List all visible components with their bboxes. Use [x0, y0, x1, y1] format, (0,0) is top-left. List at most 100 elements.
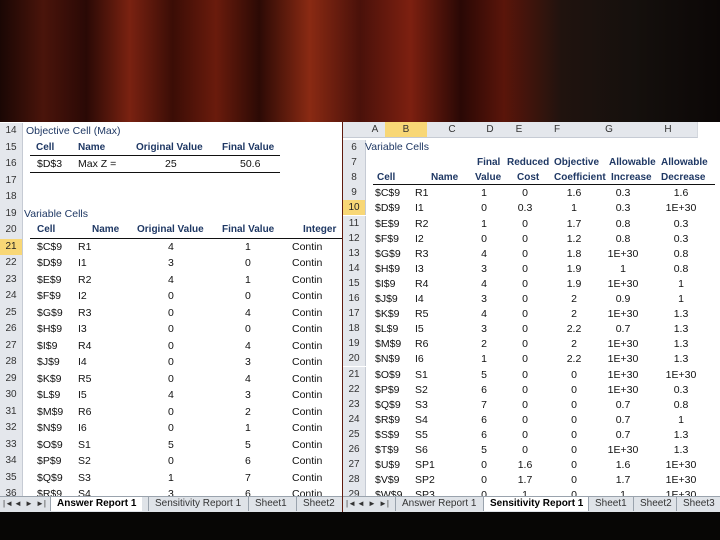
row-header[interactable]: 6 [343, 140, 366, 156]
row-header[interactable]: 28 [0, 354, 23, 371]
tab-nav-button[interactable]: ►| [379, 497, 389, 511]
sheet-tab[interactable]: Sensitivity Report 1 [483, 497, 590, 511]
sensitivity-value: 0.7 [615, 323, 631, 336]
tab-nav-button[interactable]: |◄ [3, 497, 13, 511]
row-header[interactable]: 24 [0, 288, 23, 305]
row-header[interactable]: 17 [343, 306, 366, 322]
objective-value: 25 [165, 158, 177, 170]
sensitivity-value: 0 [571, 413, 577, 426]
sensitivity-value: 0 [571, 428, 577, 441]
variable-value: Contin [292, 306, 323, 319]
row-header[interactable]: 28 [343, 472, 366, 488]
tab-nav-button[interactable]: |◄ [346, 497, 356, 511]
sensitivity-value: 1.8 [566, 247, 582, 260]
sensitivity-header-top: Reduced [507, 157, 550, 169]
sensitivity-value: 2.2 [566, 353, 582, 366]
row-header[interactable]: 21 [343, 366, 366, 382]
sheet-tab[interactable]: Sheet1 [248, 497, 293, 511]
row-header[interactable]: 21 [0, 238, 23, 255]
column-header[interactable]: B [385, 122, 428, 138]
row-header[interactable]: 23 [343, 396, 366, 412]
row-header[interactable]: 29 [0, 370, 23, 387]
row-header[interactable]: 22 [343, 381, 366, 397]
sensitivity-value: 0 [481, 202, 487, 215]
row-header[interactable]: 33 [0, 436, 23, 453]
sheet-tab[interactable]: Answer Report 1 [395, 497, 482, 511]
variable-value: R5 [78, 372, 92, 385]
sheet-tab[interactable]: Sheet3 [676, 497, 720, 511]
row-header[interactable]: 15 [0, 139, 23, 156]
row-header[interactable]: 14 [0, 123, 23, 140]
tab-nav-button[interactable]: ►| [36, 497, 46, 511]
column-header[interactable]: D [477, 122, 504, 138]
sheet-tab[interactable]: Sheet1 [588, 497, 633, 511]
row-header[interactable]: 25 [0, 304, 23, 321]
sheet-tab[interactable]: Sheet2 [296, 497, 341, 511]
sensitivity-value: 0 [522, 323, 528, 336]
column-header[interactable]: H [639, 122, 698, 138]
sensitivity-value: 0.8 [615, 217, 631, 230]
sensitivity-header-top: Final [477, 157, 501, 169]
row-header[interactable]: 13 [343, 245, 366, 261]
row-header[interactable]: 26 [0, 321, 23, 338]
row-header[interactable]: 11 [343, 215, 366, 231]
row-header[interactable]: 32 [0, 420, 23, 437]
row-header[interactable]: 10 [343, 200, 366, 216]
row-header[interactable]: 12 [343, 230, 366, 246]
row-header[interactable]: 16 [0, 156, 23, 173]
sensitivity-header-bottom: Value [475, 172, 502, 184]
tab-nav-button[interactable]: ◄ [357, 497, 365, 511]
row-header[interactable]: 35 [0, 469, 23, 486]
row-header[interactable]: 30 [0, 387, 23, 404]
sensitivity-header-bottom: Coefficient [554, 172, 606, 184]
objective-header: Original Value [136, 141, 203, 153]
row-header[interactable]: 19 [0, 205, 23, 222]
sensitivity-value: 6 [481, 428, 487, 441]
row-header[interactable]: 27 [0, 337, 23, 354]
row-header[interactable]: 19 [343, 336, 366, 352]
row-header[interactable]: 8 [343, 170, 366, 186]
sensitivity-header-bottom: Increase [611, 172, 652, 184]
variable-value: Contin [292, 356, 323, 368]
row-header[interactable]: 18 [343, 321, 366, 337]
row-header[interactable]: 26 [343, 442, 366, 458]
tab-nav-button[interactable]: ► [25, 497, 33, 511]
variable-value: $O$9 [37, 438, 63, 451]
row-header[interactable]: 7 [343, 155, 366, 171]
row-header[interactable]: 22 [0, 255, 23, 272]
variable-header-underline [30, 237, 342, 239]
row-header[interactable]: 9 [343, 185, 366, 201]
variable-value: 2 [245, 405, 251, 418]
column-header[interactable]: F [535, 122, 580, 138]
row-header[interactable]: 16 [343, 291, 366, 307]
row-header[interactable]: 20 [343, 351, 366, 367]
row-header[interactable]: 14 [343, 260, 366, 276]
sheet-tab[interactable]: Answer Report 1 [50, 497, 143, 511]
tab-nav-button[interactable]: ► [368, 497, 376, 511]
variable-value: 5 [168, 438, 174, 451]
row-header[interactable]: 18 [0, 189, 23, 206]
variable-value: 0 [168, 306, 174, 319]
column-header[interactable]: C [427, 122, 478, 138]
objective-header: Cell [36, 141, 55, 153]
column-header[interactable]: G [579, 122, 640, 138]
row-header[interactable]: 25 [343, 426, 366, 442]
sheet-tab[interactable]: Sheet2 [633, 497, 678, 511]
column-header[interactable]: A [365, 122, 386, 138]
sheet-tab[interactable]: Sensitivity Report 1 [148, 497, 247, 511]
row-header[interactable]: 31 [0, 403, 23, 420]
row-header[interactable]: 24 [343, 411, 366, 427]
row-header[interactable]: 20 [0, 222, 23, 239]
variable-value: Contin [292, 405, 323, 418]
variable-value: $G$9 [37, 306, 63, 319]
sensitivity-value: R2 [415, 217, 429, 230]
row-header[interactable]: 34 [0, 453, 23, 470]
column-header[interactable]: E [503, 122, 536, 138]
row-header[interactable]: 17 [0, 172, 23, 189]
corner-select-all[interactable] [343, 122, 366, 138]
tab-nav-button[interactable]: ◄ [14, 497, 22, 511]
row-header[interactable]: 23 [0, 271, 23, 288]
row-header[interactable]: 27 [343, 457, 366, 473]
row-header[interactable]: 15 [343, 275, 366, 291]
sensitivity-value: I3 [415, 262, 424, 275]
